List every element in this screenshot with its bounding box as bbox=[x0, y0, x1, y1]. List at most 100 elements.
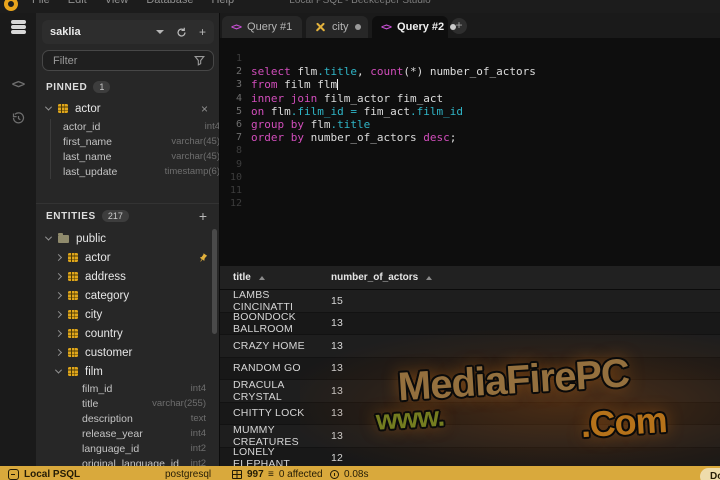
table-icon bbox=[68, 291, 78, 300]
filter-input[interactable] bbox=[51, 53, 181, 68]
entities-section-header: ENTITIES 217 bbox=[46, 210, 129, 222]
table-row[interactable]: CHITTY LOCK 13 bbox=[220, 402, 720, 425]
chevron-icon[interactable] bbox=[54, 366, 63, 374]
connection-status[interactable]: Local PSQL bbox=[8, 469, 80, 480]
pinned-columns: actor_id int4 first_name varchar(45) last_na… bbox=[50, 119, 219, 179]
menu-view[interactable]: View bbox=[105, 0, 129, 6]
column-row[interactable]: title varchar(255) bbox=[36, 396, 219, 411]
chevron-icon[interactable] bbox=[54, 253, 63, 262]
column-name: language_id bbox=[82, 442, 140, 455]
tab-query-1[interactable]: <> Query #1 bbox=[222, 16, 302, 38]
column-row[interactable]: last_name varchar(45) bbox=[51, 149, 219, 164]
entities-label: ENTITIES bbox=[46, 210, 96, 222]
sidebar-table-customer[interactable]: customer bbox=[36, 343, 219, 362]
sort-asc-icon bbox=[258, 275, 265, 280]
schema-name: public bbox=[76, 232, 107, 245]
column-row[interactable]: language_id int2 bbox=[36, 441, 219, 456]
code-icon: <> bbox=[381, 21, 392, 33]
sidebar-scrollbar[interactable] bbox=[212, 229, 217, 334]
sidebar-table-actor[interactable]: actor bbox=[36, 248, 219, 267]
column-name: original_language_id bbox=[82, 457, 179, 467]
add-entity-button[interactable]: + bbox=[199, 209, 207, 223]
dialect-label: postgresql bbox=[165, 469, 212, 480]
chevron-down-icon[interactable] bbox=[44, 233, 53, 241]
menu-edit[interactable]: Edit bbox=[68, 0, 87, 6]
unsaved-dot-icon bbox=[354, 24, 361, 30]
tab-city[interactable]: city bbox=[306, 16, 368, 38]
cell-title: LAMBS CINCINATTI bbox=[233, 288, 294, 313]
chevron-icon[interactable] bbox=[54, 291, 63, 300]
line-number: 5 bbox=[235, 105, 242, 117]
sql-editor[interactable]: 1 2 select flm.title, count(*) number_of_a… bbox=[220, 38, 720, 285]
editor-line: 2 select flm.title, count(*) number_of_ac… bbox=[220, 65, 720, 78]
code-text: select flm.title, count(*) number_of_act… bbox=[251, 65, 536, 79]
history-tab-icon[interactable] bbox=[0, 111, 36, 126]
tab-bar: + <> Query #1 city <> Query #2 bbox=[220, 13, 720, 38]
refresh-button[interactable] bbox=[176, 27, 187, 38]
table-icon bbox=[68, 329, 78, 338]
column-row[interactable]: actor_id int4 bbox=[51, 119, 219, 134]
queries-tab-icon[interactable]: <> bbox=[0, 77, 36, 91]
chevron-icon[interactable] bbox=[54, 348, 63, 357]
code-icon: <> bbox=[231, 21, 242, 33]
table-row[interactable]: LAMBS CINCINATTI 15 bbox=[220, 288, 720, 313]
chevron-icon[interactable] bbox=[54, 272, 63, 281]
column-row[interactable]: film_id int4 bbox=[36, 381, 219, 396]
schema-row-public[interactable]: public bbox=[36, 229, 219, 248]
sidebar-table-city[interactable]: city bbox=[36, 305, 219, 324]
sidebar-table-category[interactable]: category bbox=[36, 286, 219, 305]
cell-title: DRACULA CRYSTAL bbox=[233, 378, 284, 403]
menu-database[interactable]: Database bbox=[146, 0, 193, 6]
table-row[interactable]: RANDOM GO 13 bbox=[220, 357, 720, 380]
unpin-close-icon[interactable]: × bbox=[201, 103, 208, 115]
column-row[interactable]: last_update timestamp(6) bbox=[51, 164, 219, 179]
column-type: int4 bbox=[190, 383, 206, 394]
chevron-icon[interactable] bbox=[54, 329, 63, 338]
chevron-icon[interactable] bbox=[54, 310, 63, 319]
tab-query-2[interactable]: <> Query #2 bbox=[372, 16, 457, 38]
history-icon bbox=[12, 112, 24, 124]
table-row[interactable]: BOONDOCK BALLROOM 13 bbox=[220, 311, 720, 335]
pinned-count-badge: 1 bbox=[93, 81, 111, 93]
connection-select[interactable]: saklia + bbox=[42, 20, 214, 44]
pin-icon[interactable] bbox=[198, 252, 208, 263]
column-name: last_name bbox=[63, 150, 112, 163]
table-row[interactable]: DRACULA CRYSTAL 13 bbox=[220, 378, 720, 403]
menu-file[interactable]: File bbox=[32, 0, 50, 6]
sidebar-table-country[interactable]: country bbox=[36, 324, 219, 343]
column-row[interactable]: description text bbox=[36, 411, 219, 426]
menu-help[interactable]: Help bbox=[211, 0, 234, 6]
add-connection-button[interactable]: + bbox=[199, 26, 206, 38]
table-name: country bbox=[85, 327, 123, 340]
editor-line: 7 order by number_of_actors desc; bbox=[220, 131, 720, 144]
cell-title: RANDOM GO bbox=[233, 362, 301, 375]
column-row[interactable]: release_year int4 bbox=[36, 426, 219, 441]
query-elapsed-time: 0.08s bbox=[330, 469, 368, 480]
table-icon bbox=[68, 367, 78, 376]
sidebar-table-film[interactable]: film bbox=[36, 362, 219, 381]
table-row[interactable]: CRAZY HOME 13 bbox=[220, 335, 720, 358]
sidebar-table-address[interactable]: address bbox=[36, 267, 219, 286]
window-title: Local PSQL - Beekeeper Studio bbox=[289, 0, 431, 6]
entity-filter[interactable] bbox=[42, 50, 214, 71]
column-row[interactable]: original_language_id int2 bbox=[36, 456, 219, 467]
table-name: address bbox=[85, 270, 126, 283]
column-name: title bbox=[82, 397, 99, 410]
cell-number: 13 bbox=[331, 317, 344, 330]
pinned-table-actor[interactable]: actor × bbox=[36, 100, 219, 117]
column-header-title[interactable]: title bbox=[220, 272, 331, 283]
cell-number: 13 bbox=[331, 429, 344, 442]
column-name: release_year bbox=[82, 427, 143, 440]
chevron-down-icon[interactable] bbox=[44, 103, 53, 111]
connection-name: saklia bbox=[50, 26, 81, 38]
database-tab-icon[interactable] bbox=[0, 20, 36, 36]
column-row[interactable]: first_name varchar(45) bbox=[51, 134, 219, 149]
column-header-number-of-actors[interactable]: number_of_actors bbox=[331, 272, 433, 283]
table-row[interactable]: MUMMY CREATURES 13 bbox=[220, 424, 720, 448]
database-icon bbox=[10, 20, 26, 36]
download-button[interactable]: Download bbox=[700, 468, 720, 480]
folder-icon bbox=[58, 232, 69, 243]
